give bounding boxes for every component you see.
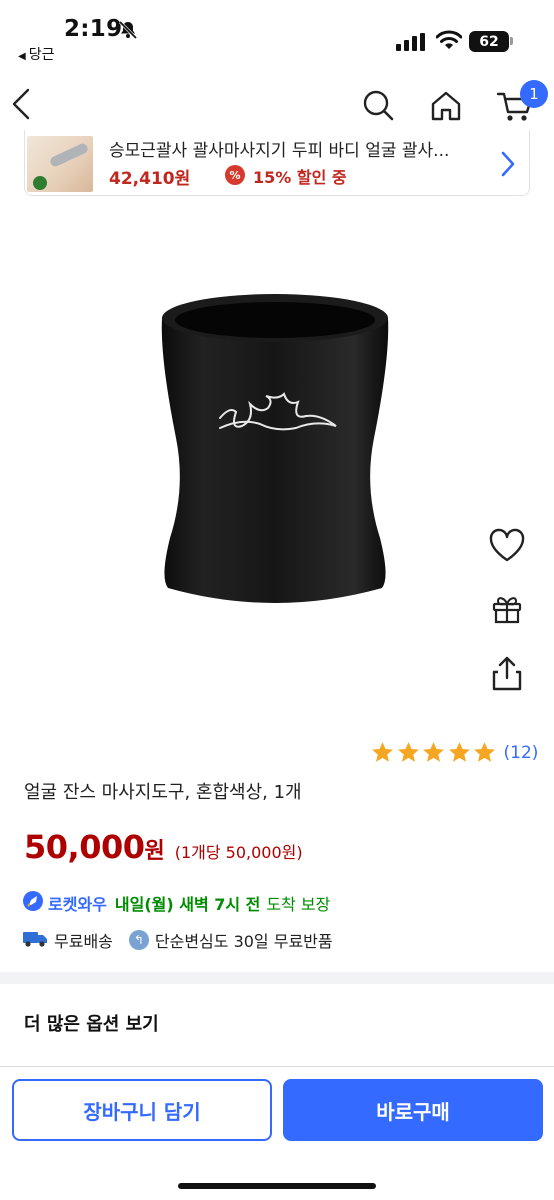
status-time: 2:19 xyxy=(64,16,123,42)
product-title: 얼굴 잔스 마사지도구, 혼합색상, 1개 xyxy=(24,782,302,803)
section-divider xyxy=(0,972,554,984)
battery-cap xyxy=(510,37,513,45)
star-icon xyxy=(423,742,444,762)
sale-price: 50,000 xyxy=(24,828,145,866)
rocket-delivery-row: 로켓와우 내일(월) 새벽 7시 전 도착 보장 xyxy=(22,890,330,916)
arrival-guarantee: 도착 보장 xyxy=(266,895,331,914)
free-shipping-label: 무료배송 xyxy=(54,932,113,951)
back-icon[interactable] xyxy=(10,86,34,126)
share-icon[interactable] xyxy=(490,654,524,696)
return-arrow-icon: ↰ xyxy=(128,930,149,950)
review-count[interactable]: (12) xyxy=(504,743,539,763)
banner-discount-label: 15% 할인 중 xyxy=(253,168,347,187)
banner-product-thumbnail xyxy=(27,136,93,192)
bell-muted-icon xyxy=(118,20,138,44)
discount-percent-icon: % xyxy=(225,165,245,185)
price-row: 50,000 원 (1개당 50,000원) xyxy=(24,828,303,866)
cart-count-badge: 1 xyxy=(520,80,548,108)
product-rating[interactable]: (12) xyxy=(370,740,538,765)
back-app-label: 당근 xyxy=(28,47,55,63)
search-icon[interactable] xyxy=(360,88,396,128)
truck-icon xyxy=(22,928,48,952)
arrival-time: 내일(월) 새벽 7시 전 xyxy=(114,895,261,914)
cellular-signal-icon xyxy=(396,33,426,55)
star-icon xyxy=(448,742,470,762)
chevron-right-icon[interactable] xyxy=(499,150,517,182)
banner-product-price: 42,410원 xyxy=(109,169,191,189)
star-icon xyxy=(397,742,419,762)
banner-product-title: 승모근괄사 괄사마사지기 두피 바디 얼굴 괄사... xyxy=(109,141,450,161)
add-to-cart-button[interactable]: 장바구니 담기 xyxy=(12,1079,272,1141)
price-currency: 원 xyxy=(144,839,165,864)
star-icon xyxy=(474,742,495,762)
free-return-label: 단순변심도 30일 무료반품 xyxy=(154,932,333,951)
shipping-row: 무료배송 ↰ 단순변심도 30일 무료반품 xyxy=(22,928,333,952)
gift-icon[interactable] xyxy=(490,592,524,630)
top-nav-bar xyxy=(0,76,554,136)
massage-tool-shape xyxy=(48,142,90,168)
back-triangle-icon: ◀ xyxy=(18,51,26,62)
battery-indicator: 62 xyxy=(469,31,509,52)
bottom-purchase-bar: 장바구니 담기 바로구매 xyxy=(0,1066,554,1200)
heart-icon[interactable] xyxy=(488,528,526,568)
recommended-product-banner[interactable]: 승모근괄사 괄사마사지기 두피 바디 얼굴 괄사... 42,410원 % 15… xyxy=(24,130,530,196)
rocket-icon xyxy=(22,890,44,916)
rocket-wow-label: 로켓와우 xyxy=(48,895,107,914)
home-indicator[interactable] xyxy=(178,1183,376,1189)
unit-price: (1개당 50,000원) xyxy=(174,843,303,862)
star-icon xyxy=(372,742,393,762)
buy-now-button[interactable]: 바로구매 xyxy=(283,1079,543,1141)
more-options-link[interactable]: 더 많은 옵션 보기 xyxy=(24,1010,159,1036)
home-icon[interactable] xyxy=(428,88,464,128)
status-bar: 2:19 ◀ 당근 62 xyxy=(0,0,554,66)
wifi-icon xyxy=(435,30,463,54)
thumbnail-badge xyxy=(33,176,47,190)
product-image[interactable] xyxy=(150,288,400,618)
back-to-app-link[interactable]: ◀ 당근 xyxy=(18,44,54,64)
